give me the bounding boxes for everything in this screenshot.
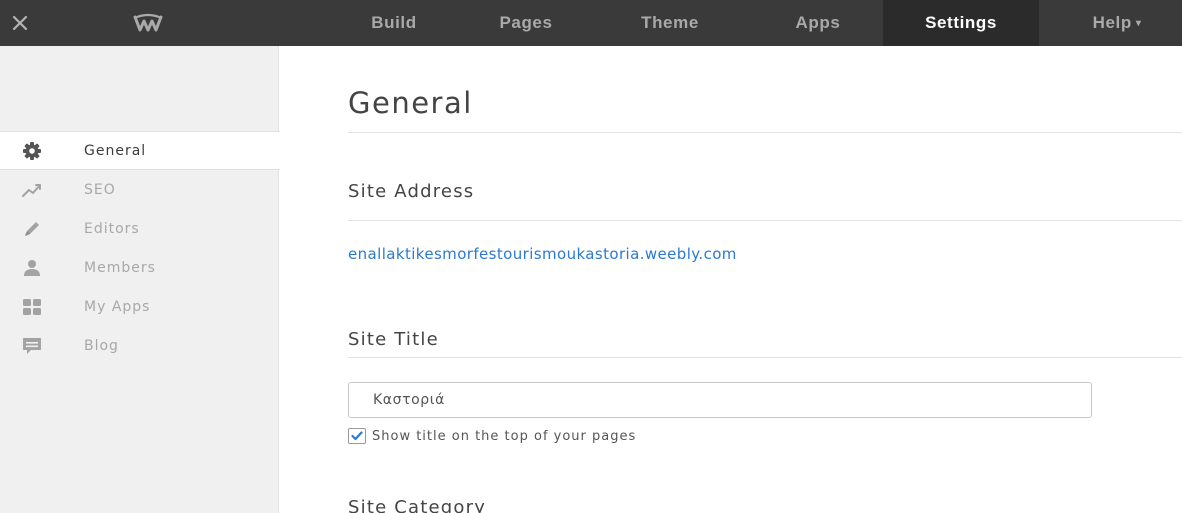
sidebar-item-members[interactable]: Members xyxy=(0,248,279,287)
check-icon xyxy=(351,431,363,441)
pencil-icon xyxy=(22,219,42,239)
site-address-link[interactable]: enallaktikesmorfestourismoukastoria.weeb… xyxy=(348,245,737,263)
show-title-checkbox[interactable] xyxy=(348,428,366,444)
sidebar-item-label: My Apps xyxy=(84,298,151,315)
site-category-heading: Site Category xyxy=(348,497,487,513)
settings-main-panel: General Site Address enallaktikesmorfest… xyxy=(280,46,1182,513)
site-address-heading: Site Address xyxy=(348,181,475,202)
divider xyxy=(348,132,1182,133)
show-title-label: Show title on the top of your pages xyxy=(372,428,637,444)
divider xyxy=(348,357,1182,358)
sidebar-item-label: Members xyxy=(84,259,156,276)
sidebar-item-label: Blog xyxy=(84,337,119,354)
sidebar-item-seo[interactable]: SEO xyxy=(0,170,279,209)
nav-settings[interactable]: Settings xyxy=(883,0,1039,46)
nav-pages-label: Pages xyxy=(499,13,553,32)
nav-help-label: Help xyxy=(1092,13,1132,32)
settings-sidebar: General SEO Editors Members My Apps Blog xyxy=(0,46,280,513)
trend-line-icon xyxy=(22,180,42,200)
gear-icon xyxy=(22,141,42,161)
site-title-input[interactable] xyxy=(348,382,1092,418)
nav-pages[interactable]: Pages xyxy=(476,0,576,46)
sidebar-item-label: General xyxy=(84,142,147,159)
sidebar-item-my-apps[interactable]: My Apps xyxy=(0,287,279,326)
top-navigation-bar: Build Pages Theme Apps Settings Help ▾ xyxy=(0,0,1182,46)
nav-help[interactable]: Help ▾ xyxy=(1062,0,1172,46)
page-title: General xyxy=(348,86,473,120)
nav-apps[interactable]: Apps xyxy=(770,0,866,46)
sidebar-item-editors[interactable]: Editors xyxy=(0,209,279,248)
apps-grid-icon xyxy=(22,297,42,317)
weebly-logo-icon[interactable] xyxy=(128,0,168,46)
chat-bubble-icon xyxy=(22,336,42,356)
nav-build[interactable]: Build xyxy=(352,0,436,46)
show-title-checkbox-row[interactable]: Show title on the top of your pages xyxy=(348,428,636,444)
nav-theme[interactable]: Theme xyxy=(615,0,725,46)
close-icon[interactable] xyxy=(0,0,40,46)
divider xyxy=(348,220,1182,221)
sidebar-item-blog[interactable]: Blog xyxy=(0,326,279,365)
nav-settings-label: Settings xyxy=(925,13,997,32)
chevron-down-icon: ▾ xyxy=(1135,17,1142,29)
nav-apps-label: Apps xyxy=(795,13,841,32)
nav-build-label: Build xyxy=(371,13,417,32)
sidebar-item-label: SEO xyxy=(84,181,116,198)
sidebar-item-general[interactable]: General xyxy=(0,131,280,170)
sidebar-item-label: Editors xyxy=(84,220,140,237)
user-icon xyxy=(22,258,42,278)
site-title-heading: Site Title xyxy=(348,329,439,350)
nav-theme-label: Theme xyxy=(641,13,699,32)
